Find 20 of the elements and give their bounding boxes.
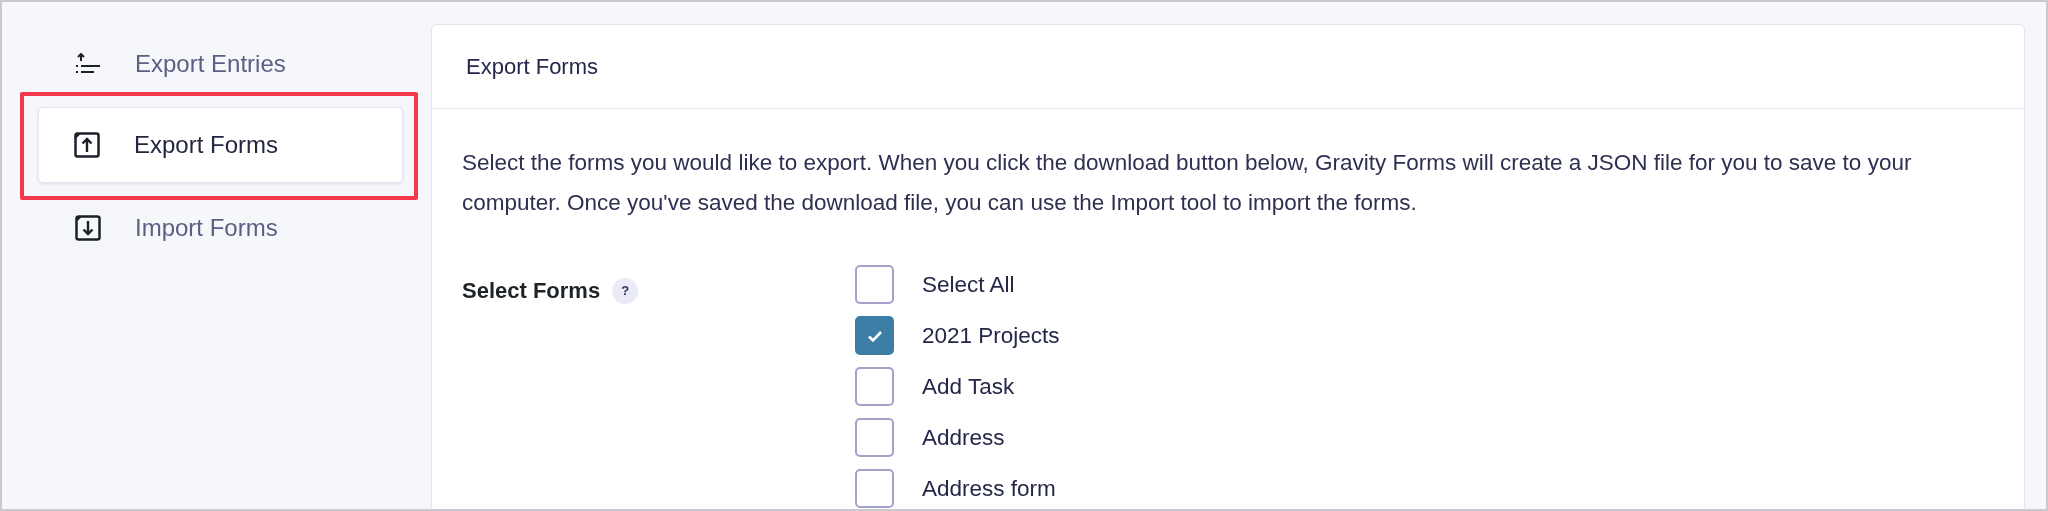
sidebar-item[interactable]: Export Entries	[40, 36, 405, 92]
checkbox[interactable]	[855, 316, 894, 355]
sidebar-item[interactable]: Export Forms	[38, 107, 403, 183]
checkbox[interactable]	[855, 418, 894, 457]
field-label: Select Forms	[462, 277, 601, 304]
checkbox[interactable]	[855, 469, 894, 508]
upload-list-icon	[75, 53, 101, 75]
help-icon[interactable]: ?	[612, 277, 639, 304]
card-title: Export Forms	[466, 53, 599, 80]
down-arrow-square-icon	[75, 215, 101, 241]
checkbox[interactable]	[855, 367, 894, 406]
option-label: Address	[922, 424, 1005, 451]
up-arrow-square-icon	[74, 132, 100, 158]
option-label: Address form	[922, 475, 1056, 502]
description-text: Select the forms you would like to export. When you click the download button below, Gravity Forms will create a JSON file for you to save to your computer. Once you've saved the download file, you can use the Import tool to import the forms.	[462, 149, 1913, 217]
option-label: Add Task	[922, 373, 1015, 400]
option-label: Select All	[922, 271, 1015, 298]
checkbox[interactable]	[855, 265, 894, 304]
sidebar-item[interactable]: Import Forms	[40, 200, 405, 256]
option-label: 2021 Projects	[922, 322, 1060, 349]
